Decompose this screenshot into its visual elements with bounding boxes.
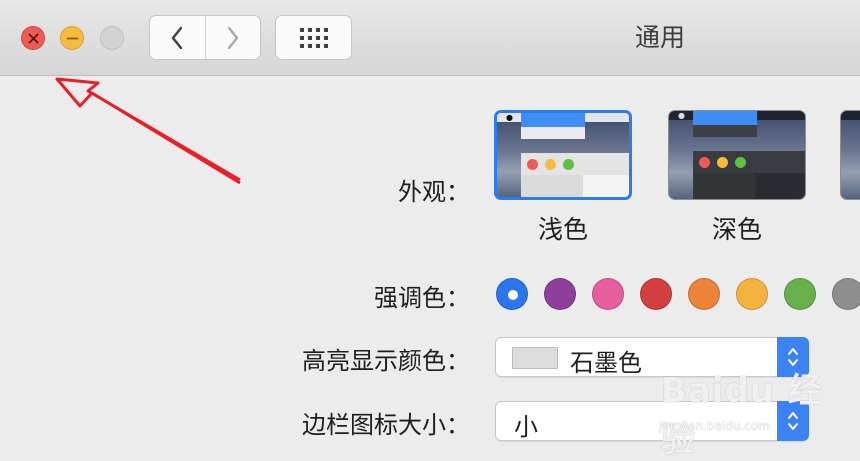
sidebar-preview xyxy=(693,173,755,199)
yellow-dot-icon xyxy=(545,159,556,170)
dropdown-preview xyxy=(693,125,757,137)
chevron-left-icon xyxy=(172,26,183,49)
appearance-dark-label: 深色 xyxy=(711,215,762,244)
up-down-chevron-icon xyxy=(788,348,798,366)
green-dot-icon xyxy=(563,159,574,170)
menubar-preview xyxy=(841,111,860,120)
sidebar-icon-size-label: 边栏图标大小： xyxy=(302,411,470,439)
appearance-light-option[interactable]: ● xyxy=(494,110,632,200)
show-all-button[interactable] xyxy=(275,15,352,60)
window-preview-bar xyxy=(521,153,629,175)
accent-color-swatch[interactable] xyxy=(640,278,672,310)
popup-arrows[interactable] xyxy=(777,401,809,441)
forward-button[interactable] xyxy=(204,16,261,59)
sidebar-icon-size-value: 小 xyxy=(514,413,538,441)
wallpaper-preview xyxy=(841,111,860,199)
back-button[interactable] xyxy=(150,16,205,59)
appearance-auto-option[interactable] xyxy=(840,110,860,200)
menu-highlight-preview xyxy=(521,113,585,127)
dropdown-preview xyxy=(521,127,585,139)
highlight-color-label: 高亮显示颜色： xyxy=(302,347,470,375)
chevron-right-icon xyxy=(227,26,238,49)
highlight-swatch xyxy=(512,347,558,369)
yellow-dot-icon xyxy=(717,157,728,168)
accent-color-swatch[interactable] xyxy=(784,278,816,310)
appearance-dark-option[interactable]: ● xyxy=(668,110,806,200)
red-dot-icon xyxy=(699,157,710,168)
close-button[interactable] xyxy=(21,26,45,50)
accent-color-swatch[interactable] xyxy=(736,278,768,310)
window-title: 通用 xyxy=(634,23,685,52)
window-preview xyxy=(693,151,805,199)
accent-color-swatch[interactable] xyxy=(592,278,624,310)
sidebar-preview xyxy=(521,175,583,197)
highlight-color-value: 石墨色 xyxy=(570,349,642,377)
close-icon xyxy=(28,33,39,44)
sidebar-icon-size-popup[interactable]: 小 xyxy=(495,401,809,441)
accent-color-swatch[interactable] xyxy=(496,278,528,310)
minimize-button[interactable] xyxy=(60,26,84,50)
red-dot-icon xyxy=(527,159,538,170)
minimize-icon xyxy=(66,37,79,40)
accent-color-swatch[interactable] xyxy=(688,278,720,310)
apple-icon: ● xyxy=(678,111,685,120)
window-preview-bar xyxy=(693,151,805,173)
zoom-button[interactable] xyxy=(100,26,124,50)
highlight-color-popup[interactable]: 石墨色 xyxy=(495,337,809,377)
apple-icon: ● xyxy=(506,113,513,122)
appearance-label: 外观： xyxy=(398,178,470,206)
menu-highlight-preview xyxy=(693,111,757,125)
appearance-light-label: 浅色 xyxy=(537,215,588,244)
navigation-buttons xyxy=(149,15,261,60)
window-preview xyxy=(521,153,629,197)
grid-icon xyxy=(299,27,328,48)
popup-arrows[interactable] xyxy=(777,337,809,377)
accent-color-swatch[interactable] xyxy=(832,278,860,310)
window-titlebar: 通用 xyxy=(0,0,860,76)
accent-color-label: 强调色： xyxy=(374,284,470,312)
up-down-chevron-icon xyxy=(788,412,798,430)
green-dot-icon xyxy=(735,157,746,168)
accent-color-swatch[interactable] xyxy=(544,278,576,310)
